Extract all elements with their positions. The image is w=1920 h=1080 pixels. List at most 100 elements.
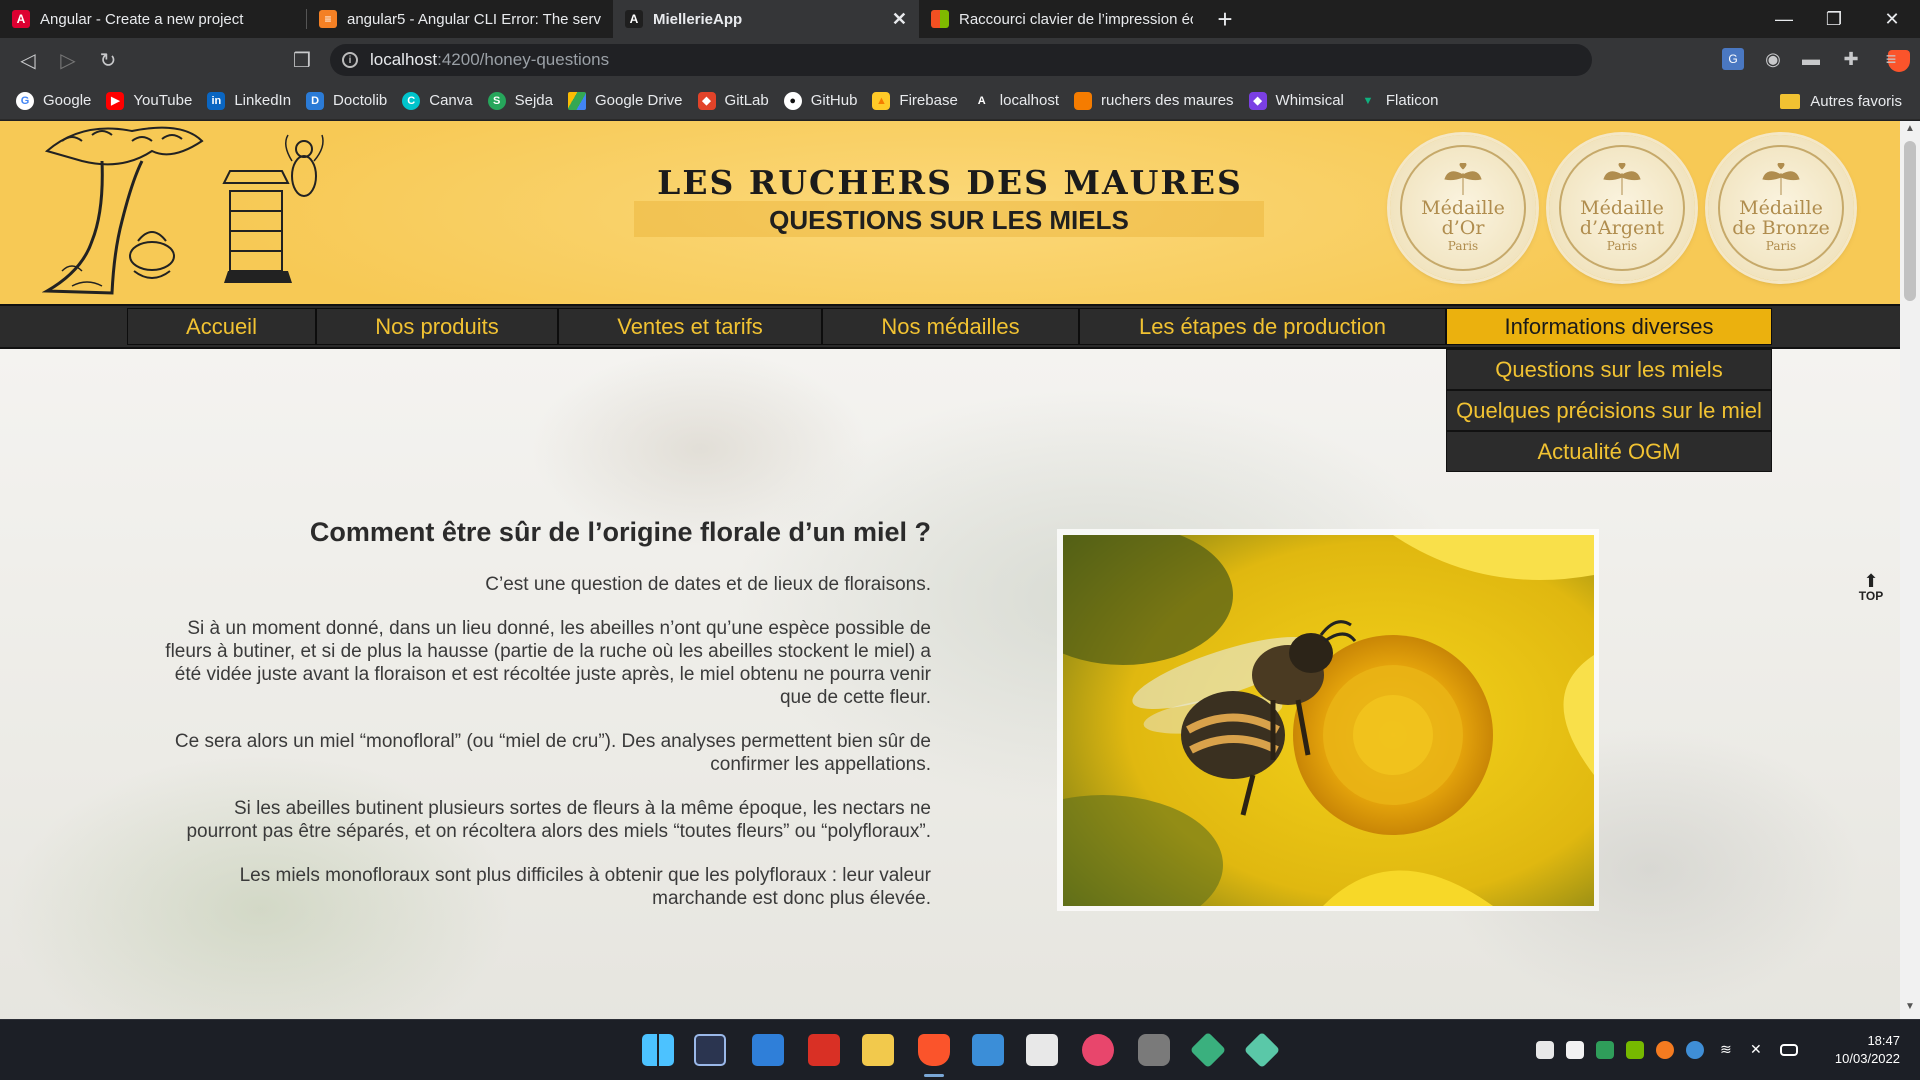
stackoverflow-icon: ≡ — [319, 10, 337, 28]
recorder-icon[interactable] — [1082, 1034, 1114, 1066]
bookmark-google[interactable]: G Google — [16, 91, 91, 110]
menu-item-precisions-miel[interactable]: Quelques précisions sur le miel — [1446, 390, 1772, 431]
reload-button[interactable]: ↻ — [88, 42, 128, 78]
bookmark-localhost[interactable]: Alocalhost — [972, 91, 1059, 110]
bookmark-doctolib[interactable]: D Doctolib — [306, 91, 388, 110]
bookmark-page-button[interactable]: ❒ — [282, 42, 322, 78]
windows-start-icon[interactable] — [642, 1034, 674, 1066]
bronze-medal: Médaille de Bronze Paris — [1708, 135, 1854, 281]
bookmark-sejda[interactable]: S Sejda — [487, 91, 553, 110]
battery-icon[interactable] — [1780, 1044, 1798, 1056]
question-heading: Comment être sûr de l’origine florale d’… — [309, 517, 931, 547]
mail-icon[interactable] — [752, 1034, 784, 1066]
discord-icon[interactable] — [1536, 1041, 1554, 1059]
bookmark-label: Doctolib — [333, 92, 388, 109]
youtube-icon: ▶ — [106, 91, 125, 110]
menu-item-questions-miels[interactable]: Questions sur les miels — [1446, 349, 1772, 390]
bookmark-flaticon[interactable]: ▼ Flaticon — [1358, 91, 1438, 110]
circle-extension-icon[interactable]: ◉ — [1762, 48, 1784, 70]
google-app-icon[interactable] — [808, 1034, 840, 1066]
bookmark-ruchers-des-maures[interactable]: ruchers des maures — [1073, 91, 1234, 110]
back-button[interactable]: ◁ — [8, 42, 48, 78]
puzzle-extensions-icon[interactable]: ✚ — [1840, 48, 1862, 70]
bookmark-youtube[interactable]: ▶ YouTube — [106, 91, 192, 110]
other-bookmarks[interactable]: Autres favoris — [1780, 82, 1902, 120]
site-info-icon[interactable]: i — [342, 52, 358, 68]
nav-accueil[interactable]: Accueil — [127, 308, 316, 345]
restore-button[interactable]: ❐ — [1806, 0, 1862, 38]
media-extension-icon[interactable]: ▬ — [1800, 48, 1822, 70]
medal-line1: Médaille — [1421, 197, 1505, 219]
back-to-top-button[interactable]: ⬆ TOP — [1856, 572, 1886, 603]
new-tab-button[interactable]: + — [1205, 0, 1245, 38]
bookmark-google-drive[interactable]: Google Drive — [567, 91, 683, 110]
brave-browser-icon[interactable] — [918, 1034, 950, 1066]
menu-item-actualite-ogm[interactable]: Actualité OGM — [1446, 431, 1772, 472]
address-bar[interactable]: i localhost:4200/honey-questions — [330, 44, 1910, 76]
git-tool-icon[interactable] — [1243, 1031, 1281, 1069]
tab-raccourci-clavier[interactable]: Raccourci clavier de l’impression écran — [919, 0, 1205, 38]
close-tab-icon[interactable]: ✕ — [892, 9, 907, 30]
medal-city: Paris — [1447, 239, 1479, 253]
wifi-icon[interactable]: ≋ — [1720, 1041, 1738, 1059]
medal-line2: d’Argent — [1579, 217, 1665, 239]
bookmark-github[interactable]: ● GitHub — [783, 91, 858, 110]
url-host: localhost — [370, 50, 438, 69]
bookmark-label: Whimsical — [1275, 92, 1344, 109]
answer-paragraph: Si les abeilles butinent plusieurs sorte… — [186, 798, 931, 842]
tab-angular-new-project[interactable]: A Angular - Create a new project — [0, 0, 306, 38]
microphone-icon[interactable] — [1138, 1034, 1170, 1066]
defender-icon[interactable] — [1596, 1041, 1614, 1059]
main-navigation: Accueil Nos produits Ventes et tarifs No… — [0, 304, 1900, 349]
3d-viewer-icon[interactable] — [694, 1034, 726, 1066]
system-clock[interactable]: 18:47 10/03/2022 — [1800, 1032, 1900, 1068]
avast-icon[interactable] — [1656, 1041, 1674, 1059]
active-app-indicator — [924, 1074, 944, 1077]
answer-paragraph: C’est une question de dates et de lieux … — [485, 574, 931, 595]
scroll-down-icon[interactable]: ▼ — [1900, 1001, 1920, 1017]
bookmark-whimsical[interactable]: ◆ Whimsical — [1248, 91, 1344, 110]
bookmark-gitlab[interactable]: ◆ GitLab — [697, 91, 769, 110]
menu-kebab-icon[interactable]: ≡ — [1880, 48, 1902, 70]
bookmark-linkedin[interactable]: in LinkedIn — [207, 91, 291, 110]
medal-city: Paris — [1606, 239, 1638, 253]
answer-text: C’est une question de dates et de lieux … — [160, 573, 931, 931]
scrollbar-thumb[interactable] — [1904, 141, 1916, 301]
bookmark-label: Firebase — [899, 92, 958, 109]
minimize-button[interactable]: — — [1756, 0, 1812, 38]
clipboard-tray-icon[interactable] — [1566, 1041, 1584, 1059]
snipping-tool-icon[interactable] — [1026, 1034, 1058, 1066]
nav-informations-diverses[interactable]: Informations diverses — [1446, 308, 1772, 345]
page-scrollbar[interactable]: ▲ ▼ — [1900, 121, 1920, 1019]
nav-nos-medailles[interactable]: Nos médailles — [822, 308, 1079, 345]
volume-muted-icon[interactable]: ✕ — [1750, 1041, 1768, 1059]
other-bookmarks-label: Autres favoris — [1810, 92, 1902, 110]
edge-icon[interactable] — [1686, 1041, 1704, 1059]
nav-etapes-de-production[interactable]: Les étapes de production — [1079, 308, 1446, 345]
notepad-icon[interactable] — [972, 1034, 1004, 1066]
bee-on-flower-photo — [1063, 535, 1594, 906]
flaticon-icon: ▼ — [1358, 91, 1377, 110]
nvidia-icon[interactable] — [1626, 1041, 1644, 1059]
bookmark-label: Google Drive — [594, 92, 683, 109]
canva-icon: C — [402, 91, 421, 110]
tab-miellerie-app[interactable]: A MiellerieApp ✕ — [613, 0, 919, 38]
nav-nos-produits[interactable]: Nos produits — [316, 308, 558, 345]
angular-icon: A — [625, 10, 643, 28]
translate-extension-icon[interactable]: G — [1722, 48, 1744, 70]
tab-angular5-error[interactable]: ≡ angular5 - Angular CLI Error: The serv… — [307, 0, 613, 38]
linkedin-icon: in — [207, 91, 226, 110]
angular-icon: A — [972, 91, 991, 110]
file-explorer-icon[interactable] — [862, 1034, 894, 1066]
google-icon: G — [16, 91, 34, 110]
close-window-button[interactable]: ✕ — [1864, 0, 1920, 38]
forward-button[interactable]: ▷ — [48, 42, 88, 78]
scroll-up-icon[interactable]: ▲ — [1900, 123, 1920, 139]
bookmark-label: GitHub — [810, 92, 858, 109]
nav-ventes-et-tarifs[interactable]: Ventes et tarifs — [558, 308, 822, 345]
bookmark-canva[interactable]: C Canva — [402, 91, 473, 110]
bookmark-label: localhost — [999, 92, 1059, 109]
bookmark-firebase[interactable]: ▲ Firebase — [872, 91, 958, 110]
answer-paragraph: Si à un moment donné, dans un lieu donné… — [165, 618, 931, 708]
git-kraken-icon[interactable] — [1189, 1031, 1227, 1069]
